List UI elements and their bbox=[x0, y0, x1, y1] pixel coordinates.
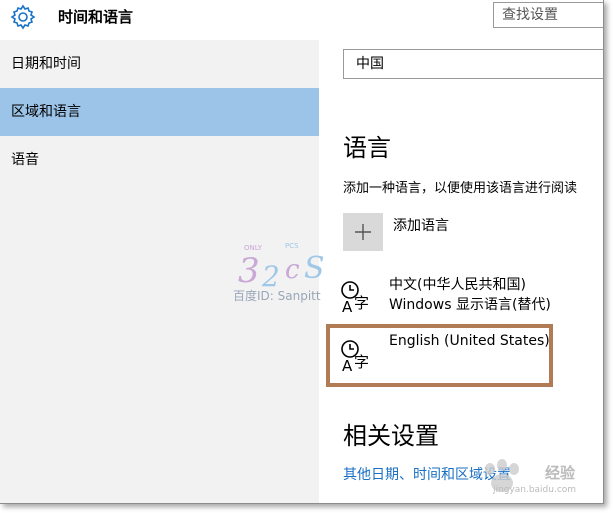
search-box[interactable] bbox=[493, 2, 603, 28]
country-region-select[interactable]: 中国 bbox=[343, 49, 603, 79]
svg-text:A: A bbox=[342, 298, 353, 316]
plus-icon bbox=[355, 224, 371, 240]
language-description: 添加一种语言，以便使用该语言进行阅读 bbox=[343, 181, 578, 196]
sidebar-item-region-language[interactable]: 区域和语言 bbox=[0, 88, 319, 136]
sidebar-item-speech[interactable]: 语音 bbox=[0, 136, 319, 184]
settings-window: 时间和语言 日期和时间 区域和语言 语音 中国 语言 添加一种语言，以便使用该语… bbox=[0, 0, 604, 504]
main-content: 中国 语言 添加一种语言，以便使用该语言进行阅读 添加语言 A 字 中文(中华人… bbox=[319, 40, 603, 503]
app-title: 时间和语言 bbox=[58, 8, 134, 26]
additional-date-time-region-link[interactable]: 其他日期、时间和区域设置 bbox=[343, 464, 511, 484]
svg-text:字: 字 bbox=[354, 353, 369, 371]
language-icon: A 字 bbox=[341, 281, 369, 316]
language-name: English (United States) bbox=[389, 333, 550, 349]
language-section-title: 语言 bbox=[343, 134, 391, 162]
svg-text:A: A bbox=[342, 357, 353, 375]
window-header: 时间和语言 bbox=[0, 0, 603, 40]
add-language-label[interactable]: 添加语言 bbox=[393, 215, 449, 235]
gear-icon bbox=[10, 4, 36, 30]
search-input[interactable] bbox=[494, 3, 603, 27]
add-language-button[interactable] bbox=[343, 213, 383, 251]
language-item-english[interactable]: A 字 English (United States) bbox=[339, 333, 599, 375]
svg-text:字: 字 bbox=[354, 294, 369, 312]
related-settings-title: 相关设置 bbox=[343, 422, 439, 450]
language-icon: A 字 bbox=[341, 340, 369, 375]
sidebar-item-date-time[interactable]: 日期和时间 bbox=[0, 40, 319, 88]
language-status: Windows 显示语言(替代) bbox=[389, 297, 551, 313]
language-name: 中文(中华人民共和国) bbox=[389, 277, 526, 293]
sidebar: 日期和时间 区域和语言 语音 bbox=[0, 40, 319, 503]
language-item-chinese[interactable]: A 字 中文(中华人民共和国) Windows 显示语言(替代) bbox=[339, 274, 599, 318]
